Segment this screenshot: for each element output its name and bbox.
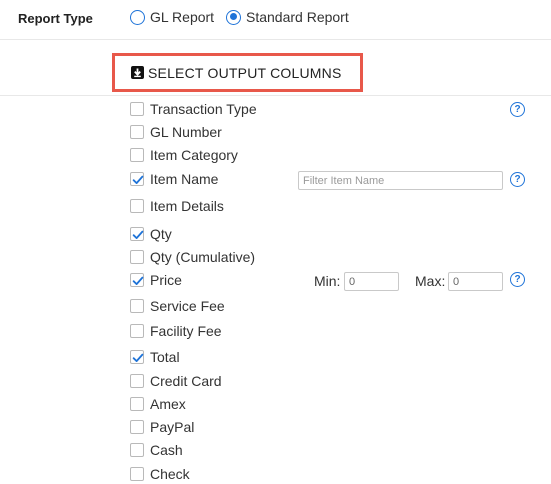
column-option[interactable]: Transaction Type xyxy=(130,100,257,118)
price-max-input[interactable] xyxy=(448,272,503,291)
checkbox[interactable] xyxy=(130,102,144,116)
column-option-label: Cash xyxy=(150,442,183,458)
checkbox[interactable] xyxy=(130,324,144,338)
column-option[interactable]: Item Category xyxy=(130,146,238,164)
column-option[interactable]: Service Fee xyxy=(130,297,225,315)
column-option[interactable]: Item Name xyxy=(130,170,218,188)
checkbox-checked[interactable] xyxy=(130,273,144,287)
column-option-label: Qty xyxy=(150,226,172,242)
column-option[interactable]: Credit Card xyxy=(130,372,222,390)
column-option-label: Transaction Type xyxy=(150,101,257,117)
column-option[interactable]: Cash xyxy=(130,441,183,459)
help-icon[interactable]: ? xyxy=(510,172,525,187)
help-icon[interactable]: ? xyxy=(510,272,525,287)
help-icon[interactable]: ? xyxy=(510,102,525,117)
checkbox[interactable] xyxy=(130,125,144,139)
column-option-label: Item Name xyxy=(150,171,219,187)
download-arrow-icon xyxy=(131,66,144,79)
checkbox[interactable] xyxy=(130,420,144,434)
column-option-label: Item Category xyxy=(150,147,238,163)
column-option-label: Qty (Cumulative) xyxy=(150,249,256,265)
checkbox-checked[interactable] xyxy=(130,350,144,364)
column-option[interactable]: Price xyxy=(130,271,182,289)
standard-report-radio[interactable]: Standard Report xyxy=(226,9,349,25)
gl-report-radio[interactable]: GL Report xyxy=(130,9,214,25)
checkbox-checked[interactable] xyxy=(130,172,144,186)
column-option[interactable]: Amex xyxy=(130,395,186,413)
column-option-label: Amex xyxy=(150,396,186,412)
column-option-label: Check xyxy=(150,466,190,482)
price-min-input[interactable] xyxy=(344,272,399,291)
select-output-columns-toggle[interactable]: SELECT OUTPUT COLUMNS xyxy=(112,53,363,92)
filter-item-name-input[interactable] xyxy=(298,171,503,190)
report-type-row: Report Type GL Report Standard Report xyxy=(0,0,551,40)
column-option-label: Price xyxy=(150,272,182,288)
column-option[interactable]: Qty (Cumulative) xyxy=(130,248,255,266)
radio-circle[interactable] xyxy=(130,9,145,25)
checkbox[interactable] xyxy=(130,250,144,264)
checkbox[interactable] xyxy=(130,397,144,411)
column-option-label: Item Details xyxy=(150,198,224,214)
column-option-label: Credit Card xyxy=(150,373,222,389)
checkbox-checked[interactable] xyxy=(130,227,144,241)
column-option[interactable]: PayPal xyxy=(130,418,194,436)
column-option[interactable]: Total xyxy=(130,348,180,366)
column-option[interactable]: Facility Fee xyxy=(130,322,222,340)
output-columns-header-row: SELECT OUTPUT COLUMNS xyxy=(0,40,551,96)
column-option-label: Service Fee xyxy=(150,298,225,314)
column-option-label: GL Number xyxy=(150,124,222,140)
section-title: SELECT OUTPUT COLUMNS xyxy=(148,64,342,81)
column-option[interactable]: Item Details xyxy=(130,197,224,215)
price-max-label: Max: xyxy=(415,273,446,289)
column-option-label: Facility Fee xyxy=(150,323,222,339)
price-min-label: Min: xyxy=(314,273,341,289)
column-option[interactable]: GL Number xyxy=(130,123,222,141)
column-option-label: PayPal xyxy=(150,419,195,435)
checkbox[interactable] xyxy=(130,148,144,162)
checkbox[interactable] xyxy=(130,374,144,388)
checkbox[interactable] xyxy=(130,299,144,313)
column-option-label: Total xyxy=(150,349,180,365)
column-option[interactable]: Qty xyxy=(130,225,172,243)
column-option[interactable]: Check xyxy=(130,465,190,483)
standard-report-label: Standard Report xyxy=(246,9,349,25)
checkbox[interactable] xyxy=(130,467,144,481)
report-type-label: Report Type xyxy=(18,11,93,26)
gl-report-label: GL Report xyxy=(150,9,215,25)
checkbox[interactable] xyxy=(130,443,144,457)
radio-circle-checked[interactable] xyxy=(226,9,241,25)
checkbox[interactable] xyxy=(130,199,144,213)
